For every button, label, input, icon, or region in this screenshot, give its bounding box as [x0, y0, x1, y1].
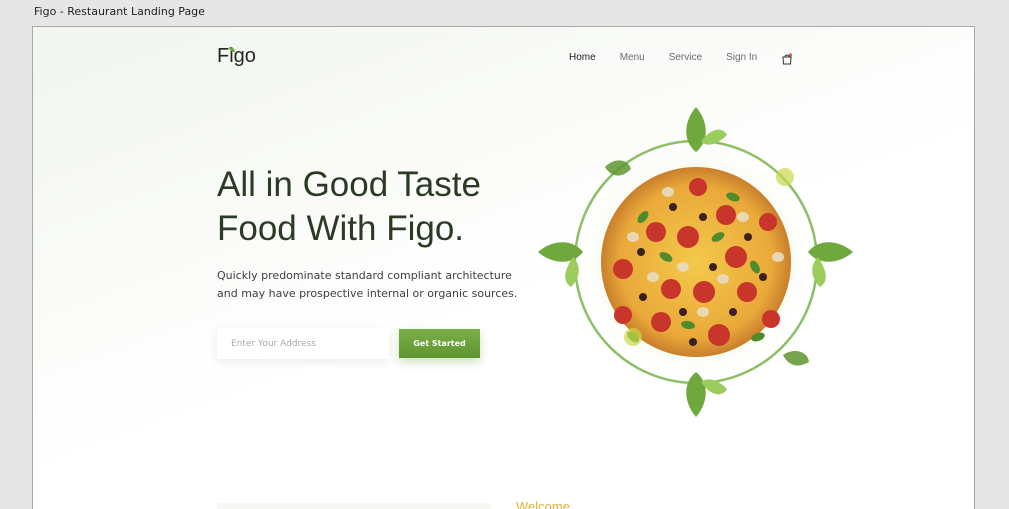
nav-service[interactable]: Service: [669, 52, 702, 63]
nav-menu[interactable]: Menu: [620, 52, 645, 63]
nav-sign-in[interactable]: Sign In: [726, 52, 757, 63]
hero-title-line-2: Food With Figo.: [217, 209, 465, 248]
welcome-heading: Welcome: [516, 499, 570, 509]
get-started-button[interactable]: Get Started: [399, 329, 480, 358]
hero-title-line-1: All in Good Taste: [217, 165, 481, 204]
hero-desc-line-1: Quickly predominate standard compliant a…: [217, 269, 512, 282]
nav-home[interactable]: Home: [569, 52, 596, 63]
window-title: Figo - Restaurant Landing Page: [34, 5, 205, 18]
address-input[interactable]: [217, 328, 389, 359]
hero-title: All in Good Taste Food With Figo.: [217, 163, 547, 251]
page-viewport: Figo Home Menu Service Sign In All in Go…: [32, 26, 975, 509]
hero-desc-line-2: and may have prospective internal or org…: [217, 286, 518, 300]
main-nav: Home Menu Service Sign In: [569, 52, 757, 63]
shopping-bag-icon[interactable]: [781, 53, 793, 65]
site-logo[interactable]: Figo: [217, 45, 256, 68]
pizza-image: [538, 107, 853, 417]
about-image-card: [217, 503, 491, 509]
hero-description: Quickly predominate standard compliant a…: [217, 267, 517, 302]
